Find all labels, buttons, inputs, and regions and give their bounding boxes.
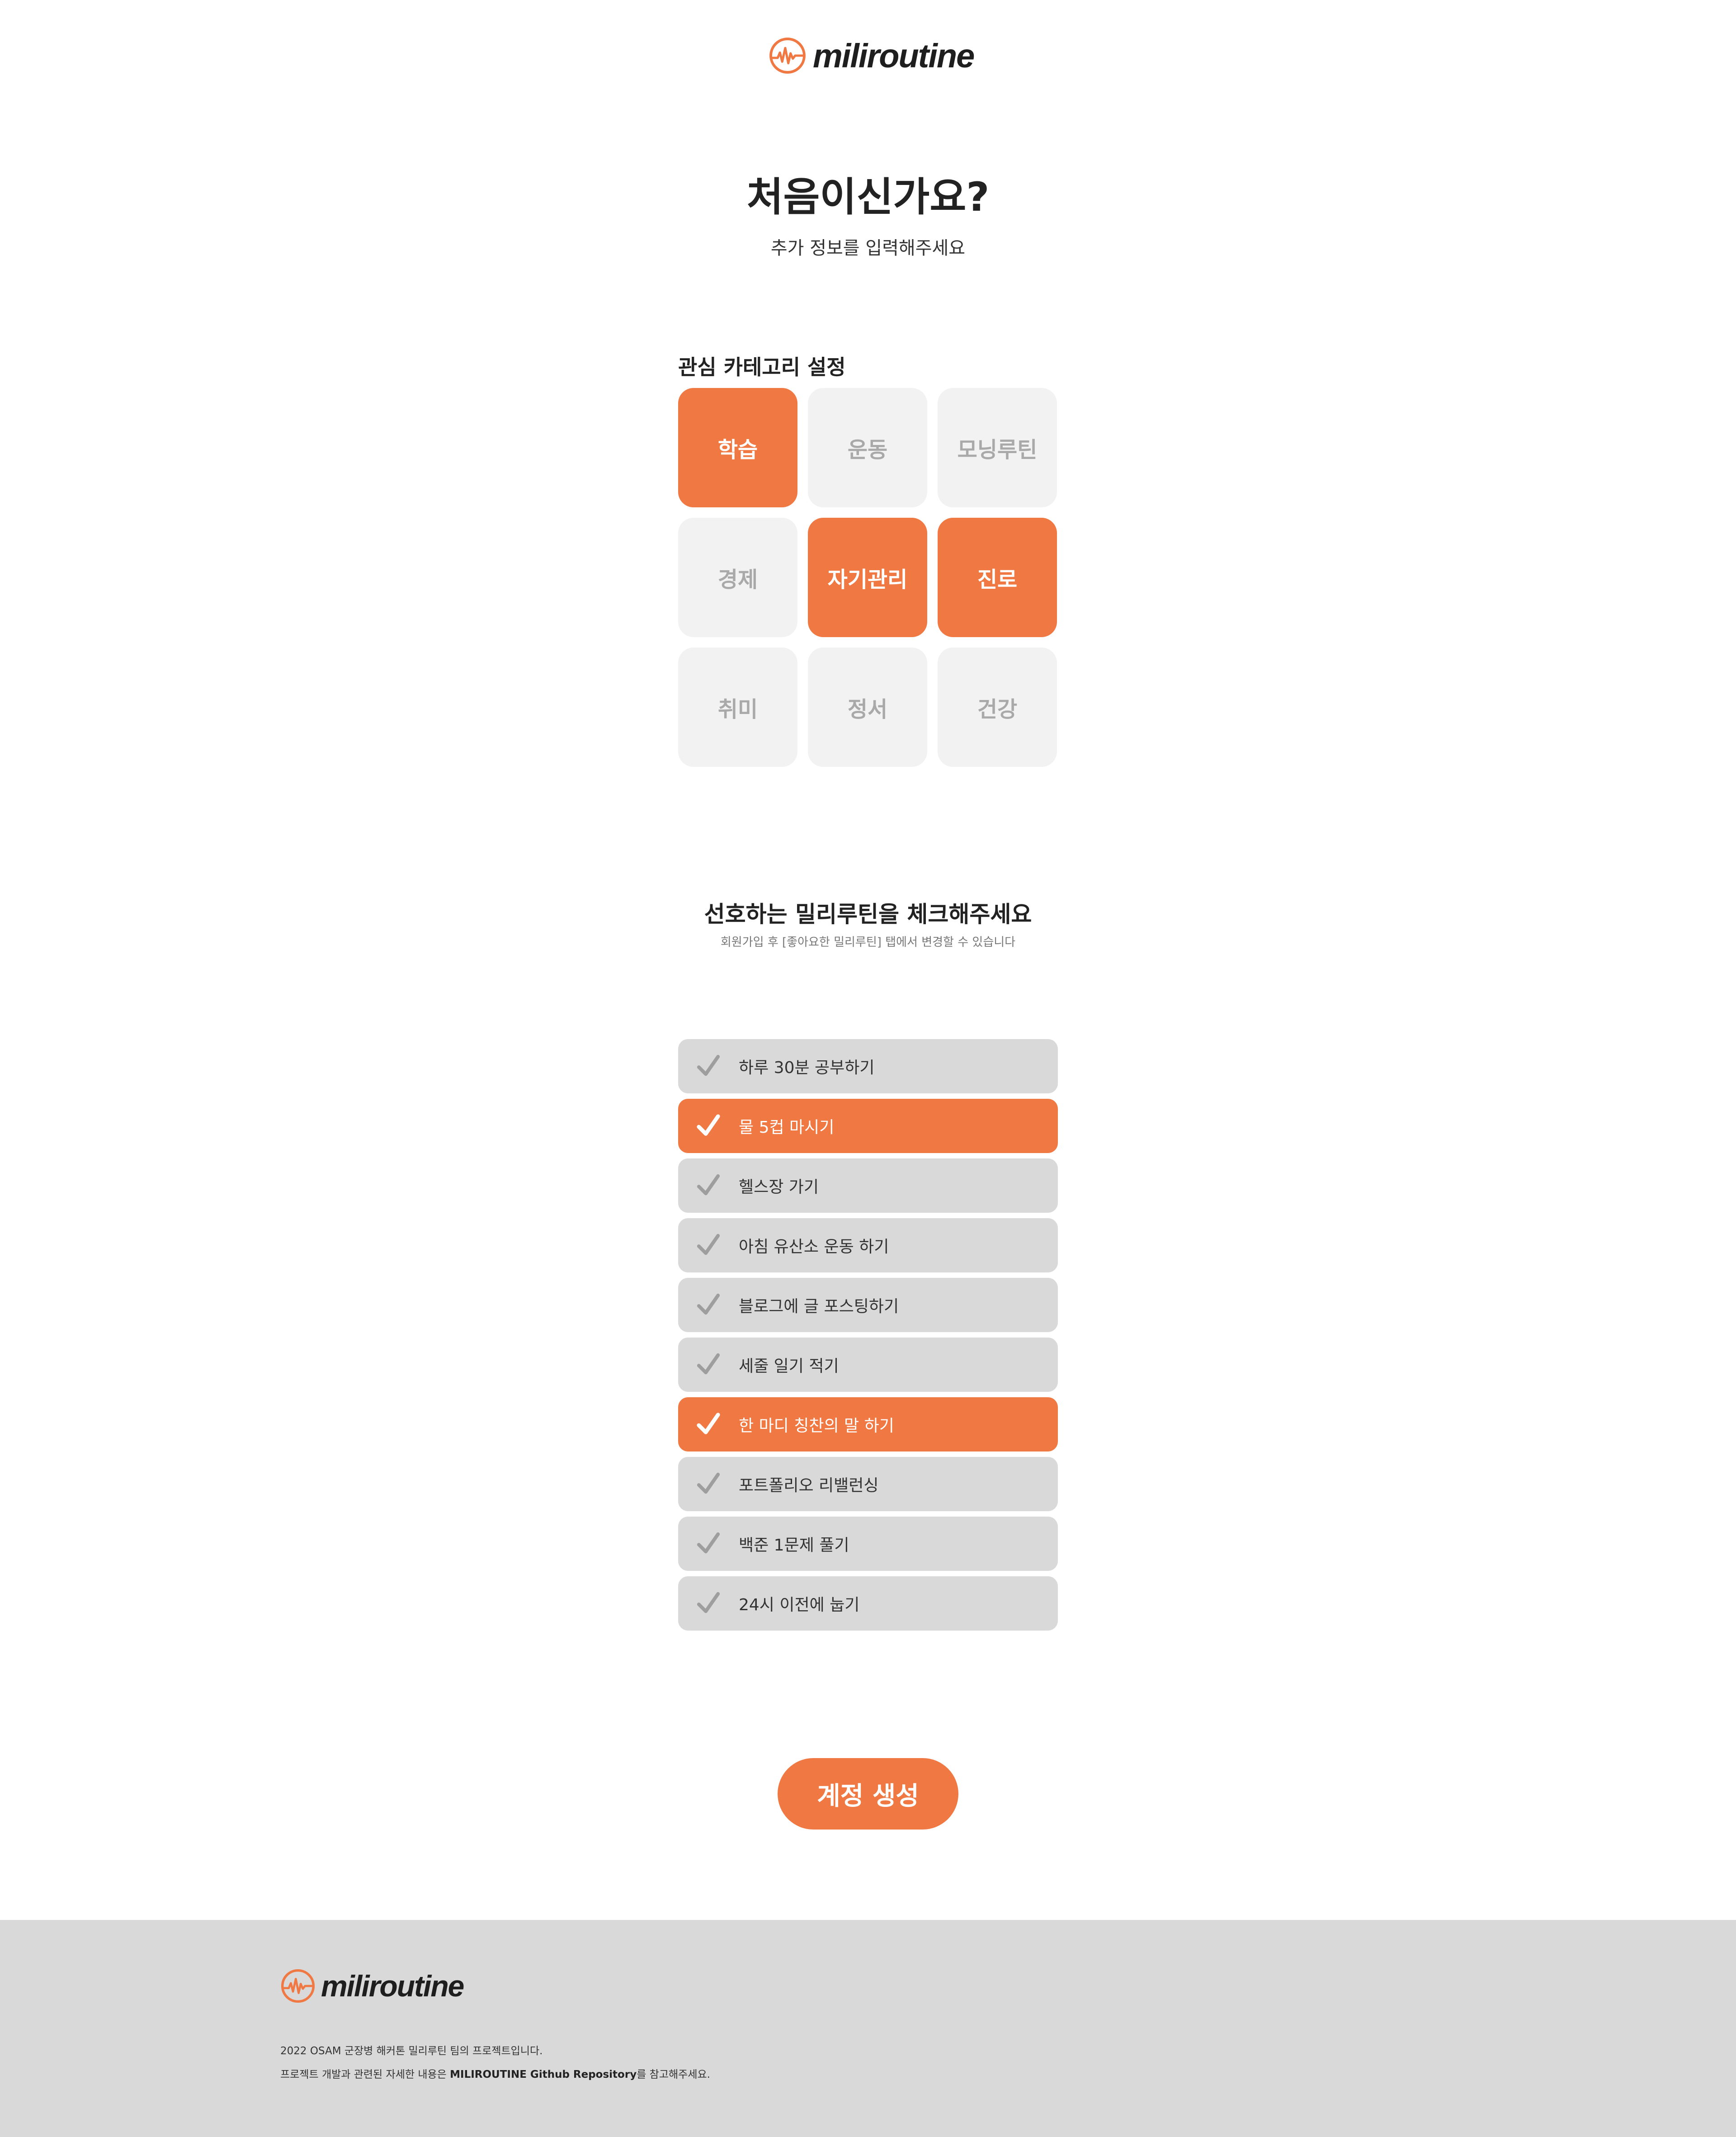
routine-label: 포트폴리오 리밸런싱	[739, 1476, 879, 1495]
check-icon	[697, 1472, 720, 1494]
routine-item[interactable]: 세줄 일기 적기	[678, 1338, 1058, 1392]
check-icon	[697, 1114, 720, 1136]
category-tile[interactable]: 경제	[678, 518, 797, 637]
category-tile[interactable]: 정서	[808, 648, 927, 767]
category-tile[interactable]: 모닝루틴	[938, 388, 1057, 507]
category-tile[interactable]: 자기관리	[808, 518, 927, 637]
footer-logo-wordmark: miliroutine	[321, 1969, 464, 2003]
category-tile[interactable]: 취미	[678, 648, 797, 767]
page-title: 처음이신가요?	[746, 174, 990, 220]
routine-item[interactable]: 24시 이전에 눕기	[678, 1576, 1058, 1631]
footer-repo-prefix: 프로젝트 개발과 관련된 자세한 내용은	[280, 2069, 450, 2080]
routine-label: 세줄 일기 적기	[739, 1357, 839, 1376]
category-tile[interactable]: 운동	[808, 388, 927, 507]
routine-label: 아침 유산소 운동 하기	[739, 1238, 889, 1256]
check-icon	[697, 1293, 720, 1315]
check-icon	[697, 1592, 720, 1613]
category-tile[interactable]: 건강	[938, 648, 1057, 767]
github-repository-link[interactable]: MILIROUTINE Github Repository	[450, 2069, 637, 2080]
create-account-button[interactable]: 계정 생성	[778, 1758, 958, 1830]
routine-label: 24시 이전에 눕기	[739, 1596, 860, 1614]
header-logo[interactable]: miliroutine	[769, 35, 975, 76]
routine-label: 하루 30분 공부하기	[739, 1059, 875, 1077]
routine-item[interactable]: 블로그에 글 포스팅하기	[678, 1278, 1058, 1332]
check-icon	[697, 1234, 720, 1255]
routine-heading: 선호하는 밀리루틴을 체크해주세요	[704, 901, 1032, 927]
routine-label: 헬스장 가기	[739, 1178, 819, 1196]
check-icon	[697, 1174, 720, 1196]
footer: miliroutine 2022 OSAM 군장병 해커톤 밀리루틴 팀의 프로…	[0, 1920, 1736, 2137]
routine-label: 한 마디 칭찬의 말 하기	[739, 1417, 894, 1435]
check-icon	[697, 1413, 720, 1434]
footer-logo: miliroutine	[280, 1967, 464, 2005]
check-icon	[697, 1532, 720, 1554]
heartbeat-logo-icon	[769, 38, 806, 74]
routine-item[interactable]: 하루 30분 공부하기	[678, 1039, 1058, 1093]
category-grid: 학습 운동 모닝루틴경제 자기관리 진로취미 정서 건강	[678, 388, 1058, 768]
routine-item[interactable]: 아침 유산소 운동 하기	[678, 1218, 1058, 1272]
routine-subheading: 회원가입 후 [좋아요한 밀리루틴] 탭에서 변경할 수 있습니다	[720, 936, 1016, 949]
category-tile[interactable]: 학습	[678, 388, 797, 507]
footer-repo-text: 프로젝트 개발과 관련된 자세한 내용은 MILIROUTINE Github …	[280, 2066, 710, 2081]
footer-credit-text: 2022 OSAM 군장병 해커톤 밀리루틴 팀의 프로젝트입니다.	[280, 2045, 543, 2057]
check-icon	[697, 1353, 720, 1375]
routine-list: 하루 30분 공부하기물 5컵 마시기헬스장 가기아침 유산소 운동 하기블로그…	[678, 1039, 1058, 1636]
routine-label: 물 5컵 마시기	[739, 1118, 835, 1137]
routine-label: 블로그에 글 포스팅하기	[739, 1297, 899, 1316]
routine-item[interactable]: 한 마디 칭찬의 말 하기	[678, 1397, 1058, 1451]
category-heading: 관심 카테고리 설정	[678, 355, 846, 379]
category-tile[interactable]: 진로	[938, 518, 1057, 637]
footer-repo-suffix: 를 참고해주세요.	[637, 2069, 710, 2080]
routine-item[interactable]: 헬스장 가기	[678, 1158, 1058, 1213]
page-subtitle: 추가 정보를 입력해주세요	[770, 238, 966, 259]
check-icon	[697, 1054, 720, 1076]
routine-item[interactable]: 백준 1문제 풀기	[678, 1517, 1058, 1571]
heartbeat-logo-icon	[281, 1969, 315, 2003]
routine-item[interactable]: 포트폴리오 리밸런싱	[678, 1457, 1058, 1511]
routine-label: 백준 1문제 풀기	[739, 1536, 849, 1555]
logo-wordmark: miliroutine	[813, 37, 975, 75]
routine-item[interactable]: 물 5컵 마시기	[678, 1099, 1058, 1153]
